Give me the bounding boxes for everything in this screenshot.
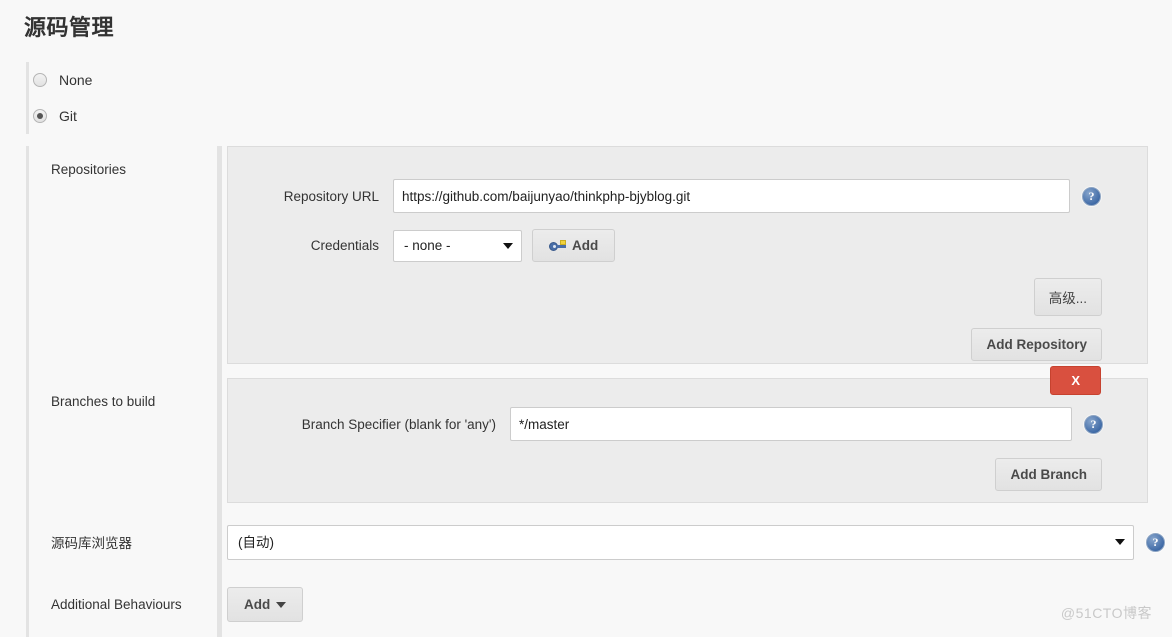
scm-type-radio-group: None Git — [26, 62, 326, 134]
scm-option-none-label: None — [59, 72, 92, 88]
help-icon-repository-url[interactable]: ? — [1082, 187, 1101, 206]
branches-row: Branches to build X Branch Specifier (bl… — [29, 378, 1148, 512]
repository-url-input[interactable] — [393, 179, 1070, 213]
repository-browser-select-wrap: (自动) — [227, 525, 1134, 560]
page-title: 源码管理 — [24, 10, 114, 42]
scm-option-git[interactable]: Git — [29, 98, 326, 134]
help-icon-repository-browser[interactable]: ? — [1146, 533, 1165, 552]
additional-behaviours-row-label: Additional Behaviours — [29, 572, 217, 637]
delete-branch-button[interactable]: X — [1050, 366, 1101, 395]
advanced-button[interactable]: 高级... — [1034, 278, 1102, 316]
repository-browser-row-label: 源码库浏览器 — [29, 512, 217, 572]
add-behaviour-button[interactable]: Add — [227, 587, 303, 622]
branches-row-label: Branches to build — [29, 378, 217, 512]
scm-option-none[interactable]: None — [29, 62, 326, 98]
credentials-select[interactable]: - none - — [393, 230, 522, 262]
repository-browser-row-content: (自动) ? — [222, 512, 1165, 572]
branches-row-content: X Branch Specifier (blank for 'any') ? A… — [222, 378, 1148, 512]
repositories-row: Repositories Repository URL ? Credential… — [29, 146, 1148, 378]
radio-git[interactable] — [33, 109, 47, 123]
credentials-label: Credentials — [228, 238, 393, 253]
repositories-row-content: Repository URL ? Credentials - none - — [222, 146, 1148, 378]
branch-specifier-label: Branch Specifier (blank for 'any') — [228, 417, 510, 432]
chevron-down-icon-add-behaviour — [276, 602, 286, 608]
repository-panel: Repository URL ? Credentials - none - — [227, 146, 1148, 364]
git-config-section: Repositories Repository URL ? Credential… — [26, 146, 1148, 637]
add-repository-button[interactable]: Add Repository — [971, 328, 1102, 361]
credentials-select-wrap: - none - — [393, 230, 522, 262]
repository-browser-row: 源码库浏览器 (自动) ? — [29, 512, 1148, 572]
additional-behaviours-row-content: Add — [222, 572, 1148, 637]
add-behaviour-label: Add — [244, 597, 270, 612]
add-credentials-label: Add — [572, 238, 598, 253]
repositories-row-label: Repositories — [29, 146, 217, 378]
additional-behaviours-row: Additional Behaviours Add — [29, 572, 1148, 637]
repository-url-label: Repository URL — [228, 189, 393, 204]
help-icon-branch-specifier[interactable]: ? — [1084, 415, 1103, 434]
branch-specifier-input[interactable] — [510, 407, 1072, 441]
add-branch-button[interactable]: Add Branch — [995, 458, 1102, 491]
repository-browser-select[interactable]: (自动) — [227, 525, 1134, 560]
add-credentials-button[interactable]: Add — [532, 229, 615, 262]
watermark: @51CTO博客 — [1061, 603, 1152, 623]
branch-panel: X Branch Specifier (blank for 'any') ? A… — [227, 378, 1148, 503]
radio-none[interactable] — [33, 73, 47, 87]
key-icon — [549, 240, 566, 252]
scm-option-git-label: Git — [59, 108, 77, 124]
